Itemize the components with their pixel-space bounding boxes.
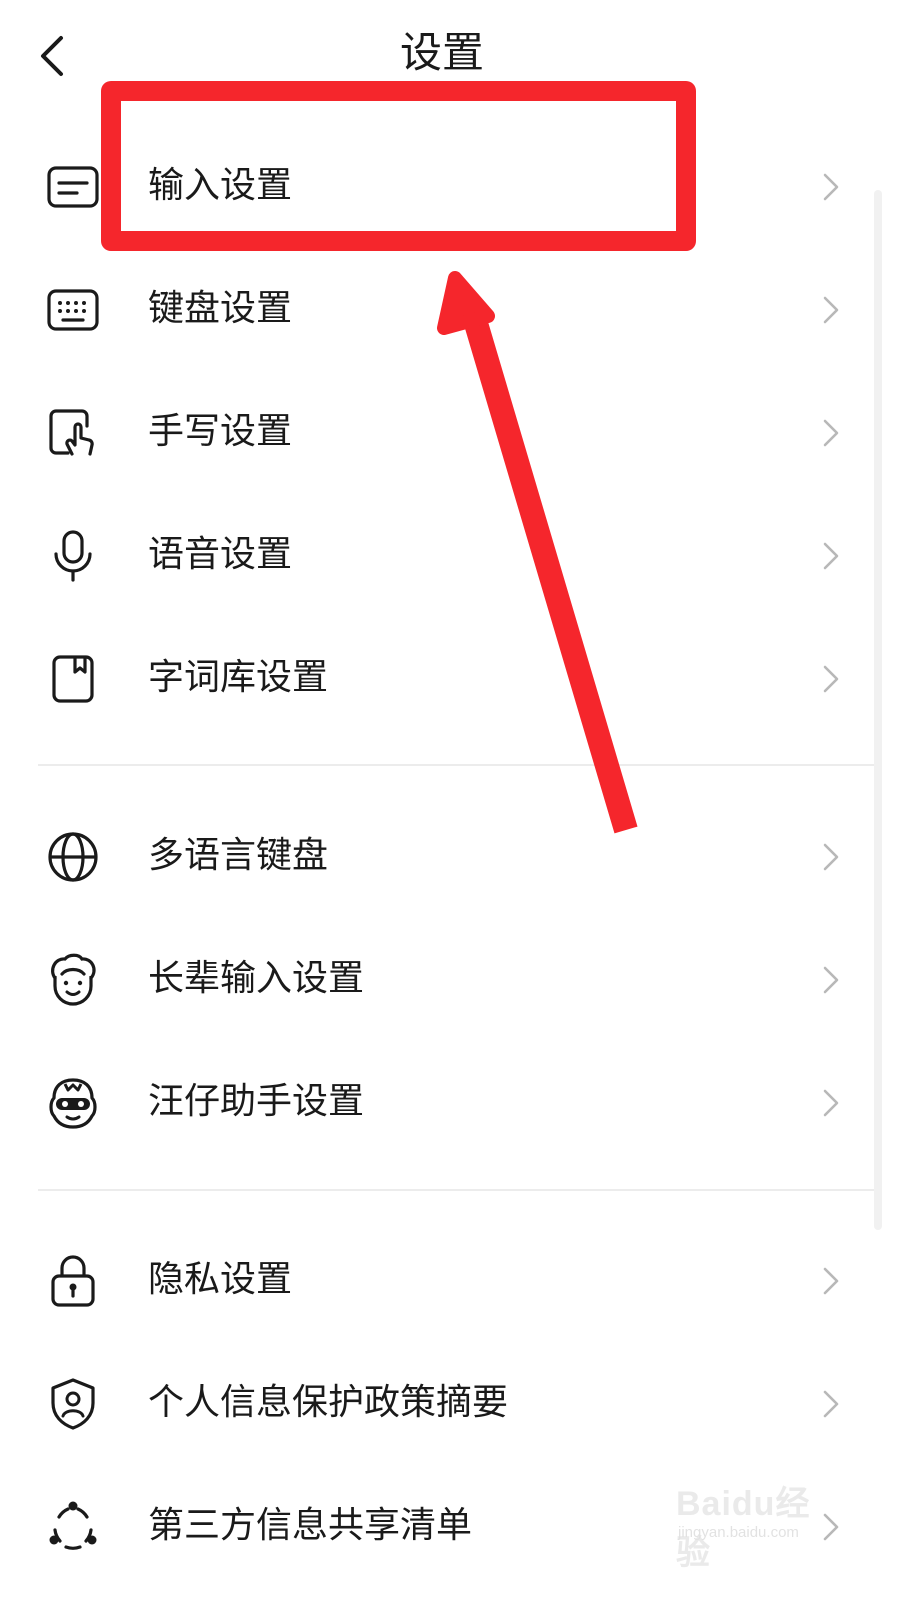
settings-list: 输入设置 键盘设置 手写设置 语音设置 字词库设置 多语言键盘 长辈输入设置 汪… <box>0 0 899 1600</box>
settings-item-elder-input[interactable]: 长辈输入设置 <box>0 919 880 1039</box>
settings-item-privacy[interactable]: 隐私设置 <box>0 1220 880 1340</box>
settings-item-label: 字词库设置 <box>148 657 329 698</box>
settings-item-input[interactable]: 输入设置 <box>0 126 880 246</box>
chevron-right-icon <box>816 1264 846 1298</box>
chevron-right-icon <box>816 293 846 327</box>
chevron-right-icon <box>816 840 846 874</box>
lock-icon <box>44 1252 102 1310</box>
section-divider <box>38 764 880 766</box>
section-divider <box>38 1189 880 1191</box>
chevron-right-icon <box>816 1387 846 1421</box>
settings-item-handwriting[interactable]: 手写设置 <box>0 372 880 492</box>
keyboard-icon <box>44 281 102 339</box>
settings-item-keyboard[interactable]: 键盘设置 <box>0 249 880 369</box>
shield-user-icon <box>44 1375 102 1433</box>
settings-item-label: 多语言键盘 <box>148 835 329 876</box>
chevron-right-icon <box>816 1510 846 1544</box>
settings-item-label: 手写设置 <box>148 411 293 452</box>
settings-item-label: 汪仔助手设置 <box>148 1081 365 1122</box>
settings-item-label: 键盘设置 <box>148 288 293 329</box>
elder-face-icon <box>44 951 102 1009</box>
chevron-right-icon <box>816 1086 846 1120</box>
settings-item-label: 输入设置 <box>148 165 293 206</box>
dictionary-book-icon <box>44 650 102 708</box>
scrollbar-track[interactable] <box>874 190 882 1230</box>
assistant-mascot-icon <box>44 1074 102 1132</box>
chevron-right-icon <box>816 170 846 204</box>
settings-item-assistant[interactable]: 汪仔助手设置 <box>0 1042 880 1162</box>
settings-item-voice[interactable]: 语音设置 <box>0 495 880 615</box>
chevron-right-icon <box>816 963 846 997</box>
input-card-icon <box>44 158 102 216</box>
settings-item-multilingual[interactable]: 多语言键盘 <box>0 796 880 916</box>
settings-item-label: 长辈输入设置 <box>148 958 365 999</box>
settings-item-label: 第三方信息共享清单 <box>148 1505 473 1546</box>
settings-item-privacy-policy[interactable]: 个人信息保护政策摘要 <box>0 1343 880 1463</box>
chevron-right-icon <box>816 539 846 573</box>
settings-item-label: 语音设置 <box>148 534 293 575</box>
share-nodes-icon <box>44 1498 102 1556</box>
globe-icon <box>44 828 102 886</box>
settings-item-third-party-sharing[interactable]: 第三方信息共享清单 <box>0 1466 880 1586</box>
settings-item-label: 个人信息保护政策摘要 <box>148 1382 509 1423</box>
settings-item-label: 隐私设置 <box>148 1259 293 1300</box>
microphone-icon <box>44 527 102 585</box>
handwriting-icon <box>44 404 102 462</box>
settings-item-dictionary[interactable]: 字词库设置 <box>0 618 880 738</box>
chevron-right-icon <box>816 416 846 450</box>
chevron-right-icon <box>816 662 846 696</box>
